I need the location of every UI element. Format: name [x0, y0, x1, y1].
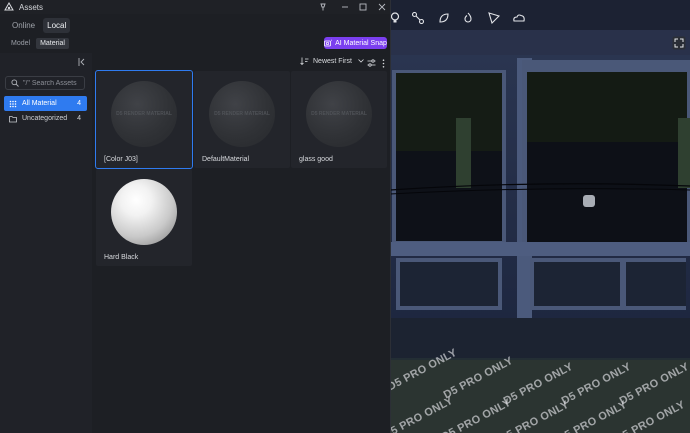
render-viewport[interactable]: D5 PRO ONLY D5 PRO ONLY D5 PRO ONLY D5 P… — [390, 0, 690, 433]
sort-label: Newest First — [313, 57, 352, 65]
material-thumbnail: D5 RENDER MATERIAL — [306, 81, 372, 147]
tab-material[interactable]: Material — [36, 38, 69, 49]
sort-icon — [300, 57, 309, 65]
category-label: All Material — [22, 100, 57, 107]
material-card[interactable]: D5 RENDER MATERIAL [Color J03] — [95, 70, 193, 169]
category-count: 4 — [77, 100, 81, 107]
scene-light-marker[interactable] — [583, 195, 595, 207]
collapse-sidebar-icon[interactable] — [78, 57, 86, 69]
ai-material-snap-button[interactable]: AI Material Snap — [324, 37, 387, 49]
assets-panel: Assets Online Local Model Material AI Ma… — [0, 0, 391, 433]
material-name: DefaultMaterial — [202, 156, 250, 163]
folder-icon — [9, 115, 17, 122]
filter-icon[interactable] — [366, 58, 376, 68]
source-tabs: Online Local — [8, 18, 71, 33]
close-button[interactable] — [372, 0, 392, 14]
maximize-button[interactable] — [353, 0, 373, 14]
category-uncategorized[interactable]: Uncategorized 4 — [4, 111, 87, 126]
more-options-icon[interactable] — [378, 58, 388, 68]
category-sidebar: All Material 4 Uncategorized 4 — [0, 53, 92, 433]
window-title: Assets — [19, 2, 44, 12]
fire-tool-icon[interactable] — [462, 12, 480, 30]
weather-tool-icon[interactable] — [512, 12, 530, 30]
search-box[interactable] — [5, 76, 85, 90]
search-icon — [11, 79, 19, 87]
material-thumbnail — [111, 179, 177, 245]
material-card[interactable]: D5 RENDER MATERIAL DefaultMaterial — [194, 71, 290, 168]
category-count: 4 — [77, 115, 81, 122]
category-label: Uncategorized — [22, 115, 68, 122]
path-tool-icon[interactable] — [412, 12, 430, 30]
material-card[interactable]: Hard Black — [96, 169, 192, 266]
particle-tool-icon[interactable] — [488, 12, 506, 30]
app-logo-icon — [4, 2, 14, 11]
tab-model[interactable]: Model — [7, 38, 34, 49]
tab-local[interactable]: Local — [43, 18, 71, 33]
chevron-down-icon — [358, 59, 364, 63]
leaf-tool-icon[interactable] — [438, 12, 456, 30]
ai-material-snap-label: AI Material Snap — [335, 39, 387, 47]
pin-icon[interactable] — [313, 0, 333, 14]
minimize-button[interactable] — [335, 0, 355, 14]
fullscreen-icon[interactable] — [672, 36, 686, 50]
material-card[interactable]: D5 RENDER MATERIAL glass good — [291, 71, 387, 168]
sort-dropdown[interactable]: Newest First — [300, 57, 364, 65]
material-name: Hard Black — [104, 254, 139, 261]
camera-sparkle-icon — [324, 39, 333, 47]
category-all-material[interactable]: All Material 4 — [4, 96, 87, 111]
grid-icon — [9, 100, 17, 107]
material-thumbnail: D5 RENDER MATERIAL — [209, 81, 275, 147]
material-name: [Color J03] — [104, 156, 138, 163]
material-name: glass good — [299, 156, 333, 163]
search-input[interactable] — [23, 79, 83, 87]
light-tool-icon[interactable] — [390, 12, 408, 30]
asset-type-tabs: Model Material — [7, 38, 69, 49]
tab-online[interactable]: Online — [8, 18, 39, 33]
material-thumbnail: D5 RENDER MATERIAL — [111, 81, 177, 147]
